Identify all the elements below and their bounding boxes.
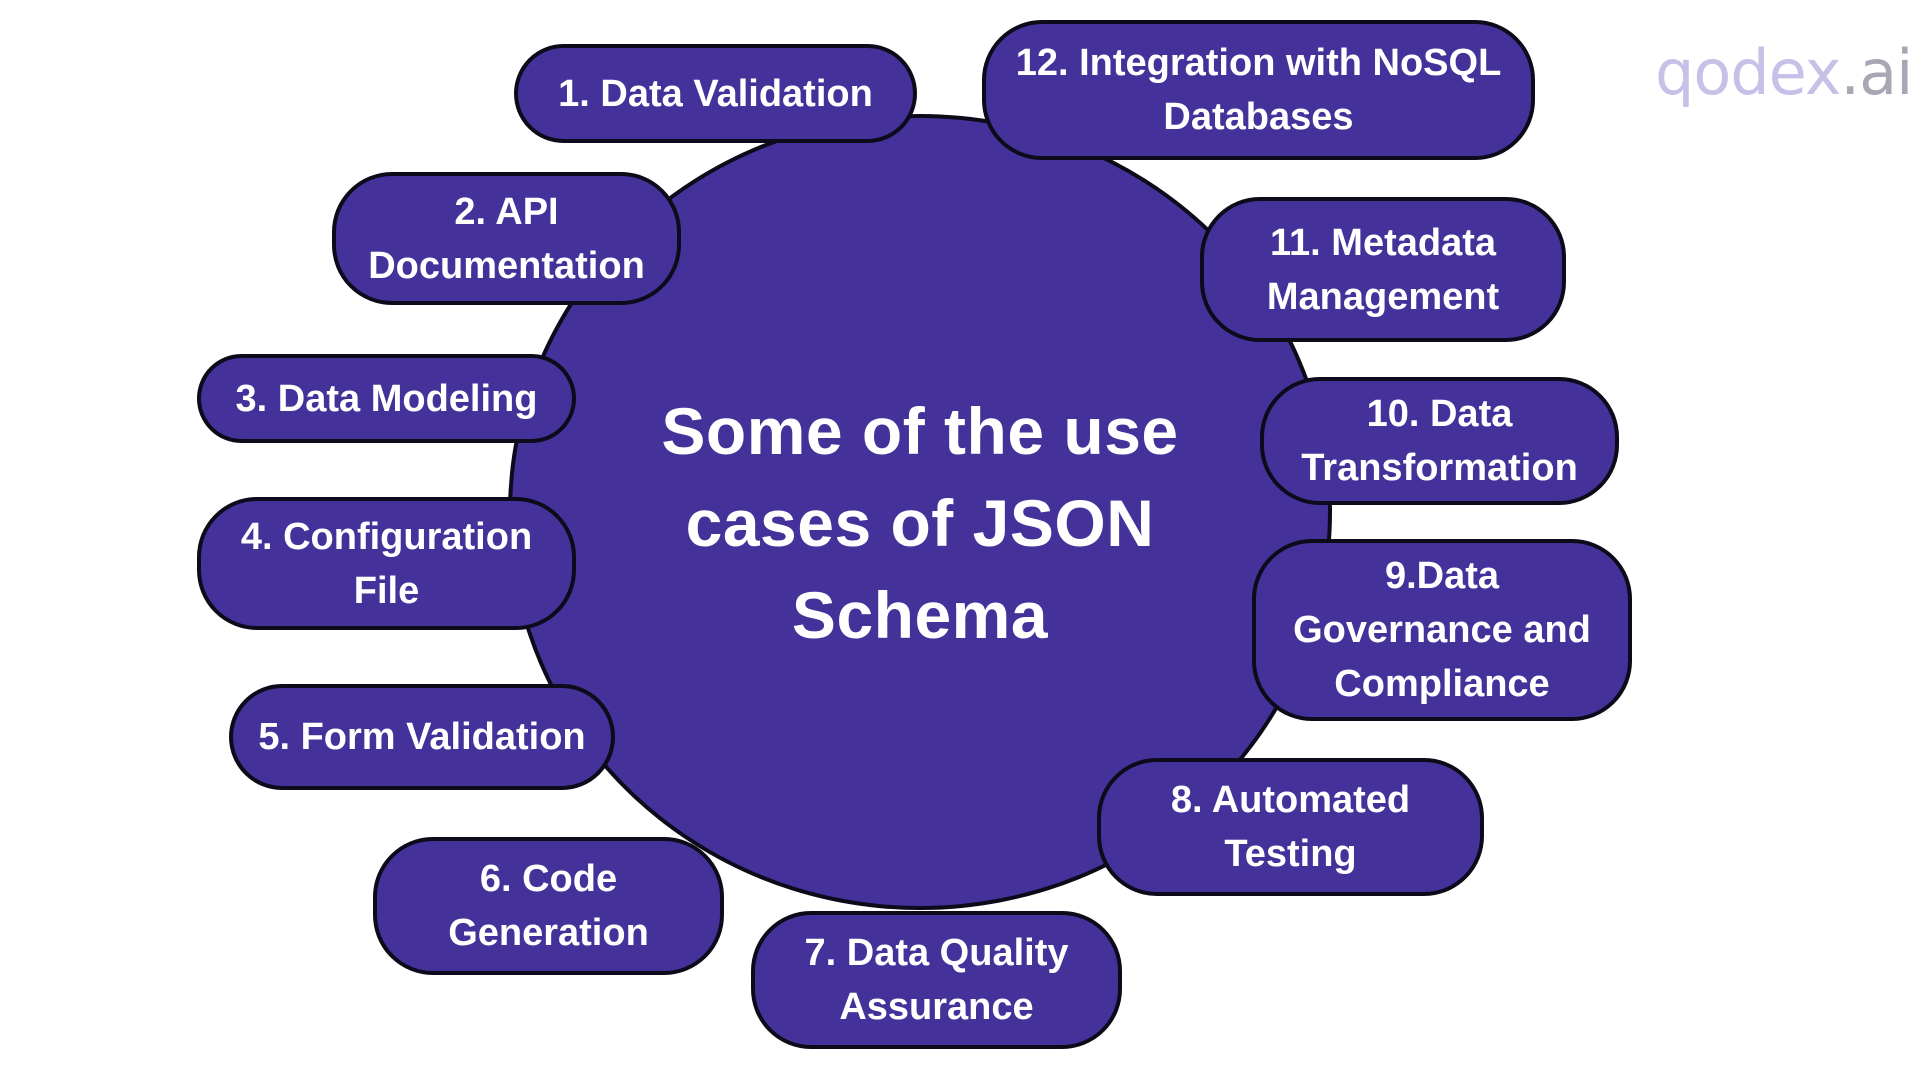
use-case-label: 8. Automated xyxy=(1170,779,1411,821)
use-case-11-metadata-management: 11. Metadata Management xyxy=(1200,197,1566,342)
use-case-9-data-governance-compliance: 9.Data Governance and Compliance xyxy=(1252,539,1632,721)
use-case-label: 7. Data Quality xyxy=(804,932,1069,974)
use-case-label: Compliance xyxy=(1334,663,1550,705)
use-case-label: Databases xyxy=(1163,96,1354,138)
logo-brand: qodex xyxy=(1655,36,1841,109)
use-case-label: 4. Configuration xyxy=(240,515,533,558)
use-case-8-automated-testing: 8. Automated Testing xyxy=(1097,758,1484,896)
use-case-label: Transformation xyxy=(1301,447,1578,489)
use-case-label: Governance and xyxy=(1293,609,1591,651)
title-line: Some of the use xyxy=(661,394,1179,468)
use-case-5-form-validation: 5. Form Validation xyxy=(229,684,615,790)
title-line: cases of JSON xyxy=(685,486,1155,560)
use-case-label: Generation xyxy=(448,912,649,954)
use-case-4-configuration-file: 4. Configuration File xyxy=(197,497,576,630)
use-case-label: 2. API xyxy=(454,190,559,233)
logo-suffix: .ai xyxy=(1840,36,1913,109)
use-case-10-data-transformation: 10. Data Transformation xyxy=(1260,377,1619,505)
use-case-12-nosql-integration: 12. Integration with NoSQL Databases xyxy=(982,20,1535,160)
use-case-label: Documentation xyxy=(368,244,645,287)
use-case-1-data-validation: 1. Data Validation xyxy=(514,44,917,143)
use-case-label: 1. Data Validation xyxy=(558,72,873,115)
use-case-label: 10. Data xyxy=(1366,393,1513,435)
use-case-label: File xyxy=(353,569,420,612)
use-case-label: Management xyxy=(1266,275,1500,318)
use-case-label: Assurance xyxy=(839,986,1034,1028)
use-case-7-data-quality-assurance: 7. Data Quality Assurance xyxy=(751,911,1122,1049)
use-case-3-data-modeling: 3. Data Modeling xyxy=(197,354,576,443)
use-case-2-api-documentation: 2. API Documentation xyxy=(332,172,681,305)
use-case-label: 5. Form Validation xyxy=(258,716,586,758)
use-case-label: 12. Integration with NoSQL xyxy=(1015,42,1502,84)
use-case-label: 11. Metadata xyxy=(1270,221,1496,264)
use-case-label: 3. Data Modeling xyxy=(235,377,538,420)
use-case-label: 9.Data xyxy=(1384,555,1500,597)
use-case-6-code-generation: 6. Code Generation xyxy=(373,837,724,975)
diagram-title: Some of the use cases of JSON Schema xyxy=(600,385,1240,661)
title-line: Schema xyxy=(791,578,1049,652)
qodex-logo: qodex.ai xyxy=(1655,36,1913,109)
use-case-label: 6. Code xyxy=(479,858,618,900)
use-case-label: Testing xyxy=(1224,833,1357,875)
